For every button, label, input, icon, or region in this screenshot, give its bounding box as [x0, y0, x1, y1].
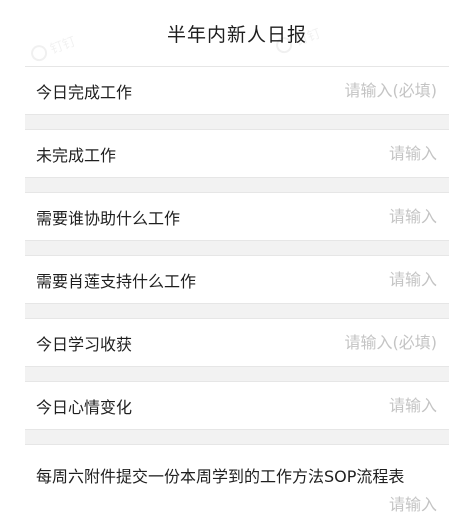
form-row-unfinished-work[interactable]: 未完成工作 [25, 129, 449, 178]
row-divider [25, 304, 449, 318]
row-divider [25, 430, 449, 444]
row-divider [25, 367, 449, 381]
field-label: 需要肖莲支持什么工作 [36, 271, 197, 291]
mood-input[interactable] [307, 396, 437, 415]
form-row-need-help-from[interactable]: 需要谁协助什么工作 [25, 192, 449, 241]
row-divider [25, 241, 449, 255]
completed-work-input[interactable] [307, 81, 437, 100]
form-row-completed-work[interactable]: 今日完成工作 [25, 66, 449, 115]
row-divider [25, 178, 449, 192]
field-label: 每周六附件提交一份本周学到的工作方法SOP流程表 [36, 467, 405, 486]
report-form: 今日完成工作 未完成工作 需要谁协助什么工作 需要肖莲支持什么工作 今日学习收获… [25, 66, 449, 524]
unfinished-work-input[interactable] [307, 144, 437, 163]
form-row-mood[interactable]: 今日心情变化 [25, 381, 449, 430]
form-row-weekly-sop[interactable]: 每周六附件提交一份本周学到的工作方法SOP流程表 [25, 444, 449, 524]
field-label: 需要谁协助什么工作 [36, 208, 181, 228]
daily-report-page: 钉钉 钉钉 DingTalk 钉钉 钉钉 DingTalk 钉钉 钉钉 Ding… [0, 0, 474, 526]
weekly-sop-input[interactable] [307, 495, 437, 514]
learning-input[interactable] [307, 333, 437, 352]
page-header: 半年内新人日报 [0, 0, 474, 66]
need-support-input[interactable] [307, 270, 437, 289]
page-title: 半年内新人日报 [166, 23, 307, 46]
form-row-learning[interactable]: 今日学习收获 [25, 318, 449, 367]
field-label: 今日完成工作 [36, 82, 133, 102]
field-label: 今日心情变化 [36, 397, 133, 417]
field-label: 今日学习收获 [36, 334, 133, 354]
row-divider [25, 115, 449, 129]
need-help-from-input[interactable] [307, 207, 437, 226]
form-row-need-support[interactable]: 需要肖莲支持什么工作 [25, 255, 449, 304]
field-label: 未完成工作 [36, 145, 117, 165]
